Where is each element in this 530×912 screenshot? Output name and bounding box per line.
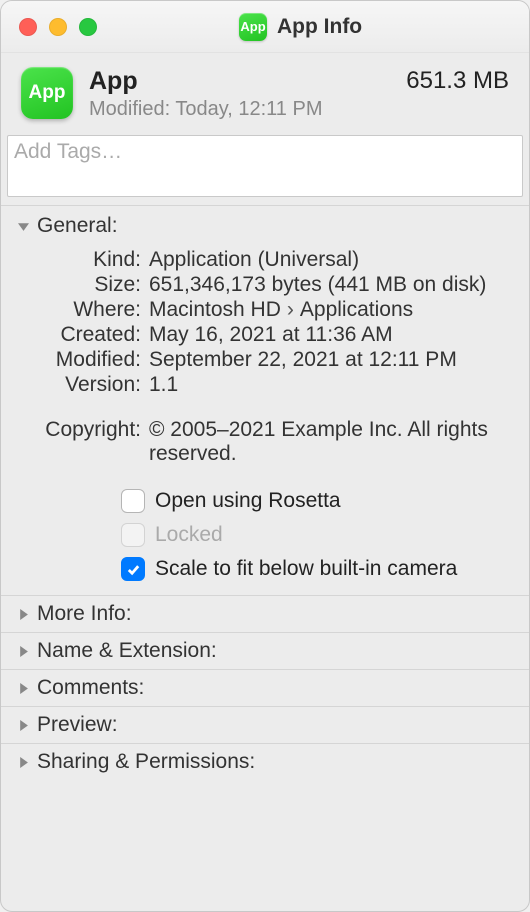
- row-modified: Modified: September 22, 2021 at 12:11 PM: [21, 348, 509, 372]
- app-name: App: [89, 67, 390, 96]
- label-copyright: Copyright:: [21, 418, 149, 442]
- row-kind: Kind: Application (Universal): [21, 248, 509, 272]
- titlebar: App App Info: [1, 1, 529, 53]
- value-created: May 16, 2021 at 11:36 AM: [149, 323, 509, 347]
- chevron-right-icon: [15, 643, 31, 659]
- checkbox-label-locked: Locked: [155, 523, 223, 547]
- value-kind: Application (Universal): [149, 248, 509, 272]
- chevron-right-icon: [15, 606, 31, 622]
- where-part-1: Macintosh HD: [149, 298, 281, 321]
- collapsed-sections: More Info: Name & Extension: Comments: P…: [1, 595, 529, 780]
- value-size: 651,346,173 bytes (441 MB on disk): [149, 273, 509, 297]
- section-preview-title: Preview:: [37, 713, 118, 737]
- chevron-down-icon: [15, 218, 31, 234]
- section-comments-title: Comments:: [37, 676, 144, 700]
- label-kind: Kind:: [21, 248, 149, 272]
- app-icon: App: [239, 13, 267, 41]
- value-modified: September 22, 2021 at 12:11 PM: [149, 348, 509, 372]
- checkbox-rosetta[interactable]: [121, 489, 145, 513]
- section-preview[interactable]: Preview:: [1, 706, 529, 743]
- minimize-button[interactable]: [49, 18, 67, 36]
- section-comments[interactable]: Comments:: [1, 669, 529, 706]
- row-created: Created: May 16, 2021 at 11:36 AM: [21, 323, 509, 347]
- tags-input[interactable]: Add Tags…: [7, 135, 523, 197]
- value-version: 1.1: [149, 373, 509, 397]
- section-more-info-title: More Info:: [37, 602, 132, 626]
- chevron-right-icon: [15, 680, 31, 696]
- where-part-2: Applications: [300, 298, 413, 321]
- checkbox-row-rosetta: Open using Rosetta: [21, 489, 509, 513]
- section-more-info[interactable]: More Info:: [1, 595, 529, 632]
- file-size: 651.3 MB: [406, 67, 509, 95]
- label-where: Where:: [21, 298, 149, 322]
- close-button[interactable]: [19, 18, 37, 36]
- checkbox-locked: [121, 523, 145, 547]
- section-name-extension-title: Name & Extension:: [37, 639, 217, 663]
- label-version: Version:: [21, 373, 149, 397]
- label-created: Created:: [21, 323, 149, 347]
- chevron-right-icon: [15, 717, 31, 733]
- value-copyright: © 2005–2021 Example Inc. All rights rese…: [149, 418, 509, 466]
- app-icon-large: App: [21, 67, 73, 119]
- chevron-right-icon: [15, 754, 31, 770]
- checkbox-row-locked: Locked: [21, 523, 509, 547]
- path-separator-icon: [281, 298, 300, 321]
- modified-value: Today, 12:11 PM: [175, 98, 322, 120]
- section-general-header[interactable]: General:: [1, 206, 529, 246]
- row-size: Size: 651,346,173 bytes (441 MB on disk): [21, 273, 509, 297]
- label-size: Size:: [21, 273, 149, 297]
- general-body: Kind: Application (Universal) Size: 651,…: [1, 246, 529, 595]
- checkbox-label-scale-fit: Scale to fit below built-in camera: [155, 557, 457, 581]
- checkbox-scale-fit[interactable]: [121, 557, 145, 581]
- section-general-title: General:: [37, 214, 118, 238]
- section-sharing-permissions-title: Sharing & Permissions:: [37, 750, 255, 774]
- section-sharing-permissions[interactable]: Sharing & Permissions:: [1, 743, 529, 780]
- modified-line: Modified: Today, 12:11 PM: [89, 98, 390, 121]
- header-meta: App Modified: Today, 12:11 PM: [89, 67, 390, 121]
- check-icon: [126, 562, 141, 577]
- info-window: App App Info App App Modified: Today, 12…: [0, 0, 530, 912]
- modified-label: Modified:: [89, 98, 170, 120]
- section-name-extension[interactable]: Name & Extension:: [1, 632, 529, 669]
- window-title: App Info: [277, 15, 362, 39]
- maximize-button[interactable]: [79, 18, 97, 36]
- row-where: Where: Macintosh HD Applications: [21, 298, 509, 322]
- checkbox-row-scale-fit: Scale to fit below built-in camera: [21, 557, 509, 581]
- row-copyright: Copyright: © 2005–2021 Example Inc. All …: [21, 418, 509, 466]
- info-header: App App Modified: Today, 12:11 PM 651.3 …: [1, 53, 529, 135]
- label-modified: Modified:: [21, 348, 149, 372]
- title-group: App App Info: [239, 13, 362, 41]
- value-where: Macintosh HD Applications: [149, 298, 509, 322]
- checkbox-group: Open using Rosetta Locked Scale to fit b…: [21, 467, 509, 581]
- traffic-lights: [19, 18, 97, 36]
- tags-placeholder: Add Tags…: [14, 140, 122, 163]
- checkbox-label-rosetta: Open using Rosetta: [155, 489, 341, 513]
- section-general: General: Kind: Application (Universal) S…: [1, 205, 529, 595]
- row-version: Version: 1.1: [21, 373, 509, 397]
